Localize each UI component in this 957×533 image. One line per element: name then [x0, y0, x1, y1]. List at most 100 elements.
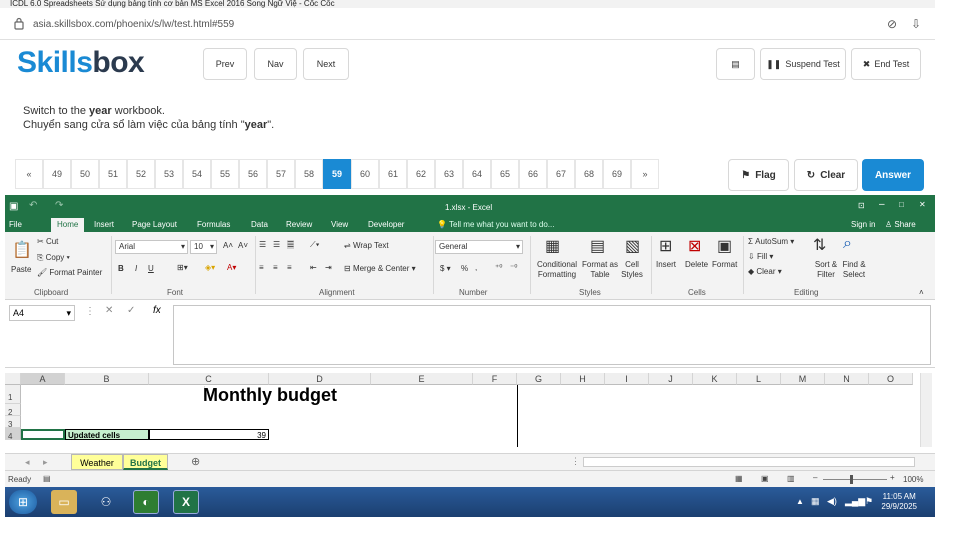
calculator-button[interactable]: ▤ — [716, 48, 755, 80]
row-header[interactable]: 4 — [5, 428, 21, 441]
fill-button[interactable]: ⇩ Fill ▾ — [748, 252, 773, 261]
pager-page[interactable]: 68 — [575, 159, 603, 189]
pager-page[interactable]: 55 — [211, 159, 239, 189]
signal-icon[interactable]: ▂▄▆ — [845, 496, 865, 507]
address-bar[interactable]: asia.skillsbox.com/phoenix/s/lw/test.htm… — [0, 8, 935, 40]
column-header[interactable]: J — [649, 373, 693, 385]
next-sheet-icon[interactable]: ▸ — [43, 457, 48, 468]
row-header[interactable]: 2 — [5, 404, 21, 417]
pager-page[interactable]: 57 — [267, 159, 295, 189]
prev-sheet-icon[interactable]: ◂ — [25, 457, 30, 468]
download-icon[interactable]: ⇩ — [909, 17, 923, 31]
tab-page-layout[interactable]: Page Layout — [132, 218, 177, 232]
close-window-icon[interactable]: ✕ — [919, 200, 926, 209]
column-header[interactable]: C — [149, 373, 269, 385]
insert-cells-icon[interactable]: ⊞ — [659, 236, 672, 256]
cell-c1-title[interactable]: Monthly budget — [155, 385, 385, 405]
clear-button[interactable]: ↻ Clear — [794, 159, 858, 191]
flag-button[interactable]: ⚑ Flag — [728, 159, 789, 191]
sort-filter-icon[interactable]: ⇅ — [813, 235, 826, 255]
column-header[interactable]: L — [737, 373, 781, 385]
column-header[interactable]: E — [371, 373, 473, 385]
zoom-out-icon[interactable]: – — [813, 473, 817, 482]
pager-page[interactable]: 49 — [43, 159, 71, 189]
zoom-slider[interactable] — [823, 479, 887, 480]
format-cells-icon[interactable]: ▣ — [717, 236, 732, 256]
options-icon[interactable]: ⋮ — [85, 306, 95, 317]
tell-me-search[interactable]: 💡 Tell me what you want to do... — [437, 218, 554, 232]
pager-page[interactable]: 65 — [491, 159, 519, 189]
add-sheet-icon[interactable]: ⊕ — [191, 455, 200, 468]
pager-page[interactable]: 60 — [351, 159, 379, 189]
network-icon[interactable]: ▦ — [811, 496, 820, 507]
enter-icon[interactable]: ✓ — [127, 305, 135, 316]
pager-page[interactable]: 56 — [239, 159, 267, 189]
pager-page[interactable]: 61 — [379, 159, 407, 189]
zoom-level[interactable]: 100% — [903, 475, 923, 484]
align-middle-icon[interactable]: ☰ — [273, 240, 280, 249]
tab-data[interactable]: Data — [251, 218, 268, 232]
zoom-thumb[interactable] — [850, 475, 853, 484]
pager-page[interactable]: 54 — [183, 159, 211, 189]
normal-view-icon[interactable]: ▦ — [735, 474, 743, 483]
tab-review[interactable]: Review — [286, 218, 312, 232]
minimize-icon[interactable]: – — [879, 199, 885, 210]
column-header[interactable]: H — [561, 373, 605, 385]
macro-record-icon[interactable]: ▤ — [43, 474, 51, 483]
pager-page[interactable]: 58 — [295, 159, 323, 189]
number-format-select[interactable]: General ▾ — [435, 240, 523, 254]
sheet-tab-weather[interactable]: Weather — [71, 454, 123, 470]
answer-button[interactable]: Answer — [862, 159, 924, 191]
conditional-formatting-icon[interactable]: ▦ — [545, 236, 560, 256]
pager-page[interactable]: 50 — [71, 159, 99, 189]
column-header[interactable]: O — [869, 373, 913, 385]
autosum-button[interactable]: Σ AutoSum ▾ — [748, 237, 794, 246]
vertical-scrollbar[interactable] — [920, 373, 932, 447]
tab-file[interactable]: File — [9, 218, 22, 232]
nav-button[interactable]: Nav — [254, 48, 297, 80]
insert-function-icon[interactable]: fx — [153, 305, 161, 316]
flag-tray-icon[interactable]: ⚑ — [865, 496, 873, 507]
conditional-formatting-button[interactable]: Conditional Formatting — [533, 260, 581, 280]
clear-cells-button[interactable]: ◆ Clear ▾ — [748, 267, 782, 276]
tab-developer[interactable]: Developer — [368, 218, 404, 232]
comma-icon[interactable]: , — [475, 263, 477, 272]
show-hidden-icons[interactable]: ▲ — [796, 497, 804, 506]
tab-home[interactable]: Home — [51, 218, 85, 232]
select-all-corner[interactable] — [5, 373, 21, 385]
align-center-icon[interactable]: ≡ — [273, 263, 278, 272]
font-name-select[interactable]: Arial ▾ — [115, 240, 188, 254]
align-top-icon[interactable]: ☰ — [259, 240, 266, 249]
shield-icon[interactable]: ⊘ — [885, 17, 899, 31]
column-header[interactable]: G — [517, 373, 561, 385]
coc-coc-browser-icon[interactable]: ◐ — [133, 490, 159, 514]
find-select-button[interactable]: Find & Select — [839, 260, 869, 280]
currency-button[interactable]: $ ▾ — [440, 264, 451, 273]
tab-view[interactable]: View — [331, 218, 348, 232]
cell-c4[interactable]: 39 — [149, 429, 269, 440]
sheet-tab-budget[interactable]: Budget — [123, 454, 168, 470]
italic-button[interactable]: I — [135, 264, 137, 273]
format-painter-button[interactable]: 🖌 Format Painter — [37, 268, 102, 277]
align-bottom-icon[interactable]: ☰ — [287, 240, 295, 249]
pager-page[interactable]: 69 — [603, 159, 631, 189]
next-button[interactable]: Next — [303, 48, 349, 80]
formula-bar[interactable] — [173, 305, 931, 365]
font-color-icon[interactable]: A▾ — [227, 263, 236, 272]
redo-icon[interactable]: ↷ — [55, 200, 63, 211]
fill-color-icon[interactable]: ◈▾ — [205, 263, 215, 272]
save-icon[interactable]: ▣ — [9, 201, 18, 212]
column-header[interactable]: K — [693, 373, 737, 385]
pager-first[interactable]: « — [15, 159, 43, 189]
insert-cells-button[interactable]: Insert — [656, 260, 676, 269]
pager-page[interactable]: 53 — [155, 159, 183, 189]
increase-decimal-icon[interactable]: ⁺⁰ — [495, 263, 502, 272]
align-left-icon[interactable]: ≡ — [259, 263, 264, 272]
font-size-select[interactable]: 10 ▾ — [190, 240, 217, 254]
format-as-table-button[interactable]: Format as Table — [580, 260, 620, 280]
sort-filter-button[interactable]: Sort & Filter — [811, 260, 841, 280]
pager-page[interactable]: 63 — [435, 159, 463, 189]
column-header[interactable]: F — [473, 373, 517, 385]
increase-font-icon[interactable]: A˄ — [223, 241, 233, 250]
column-header[interactable]: N — [825, 373, 869, 385]
